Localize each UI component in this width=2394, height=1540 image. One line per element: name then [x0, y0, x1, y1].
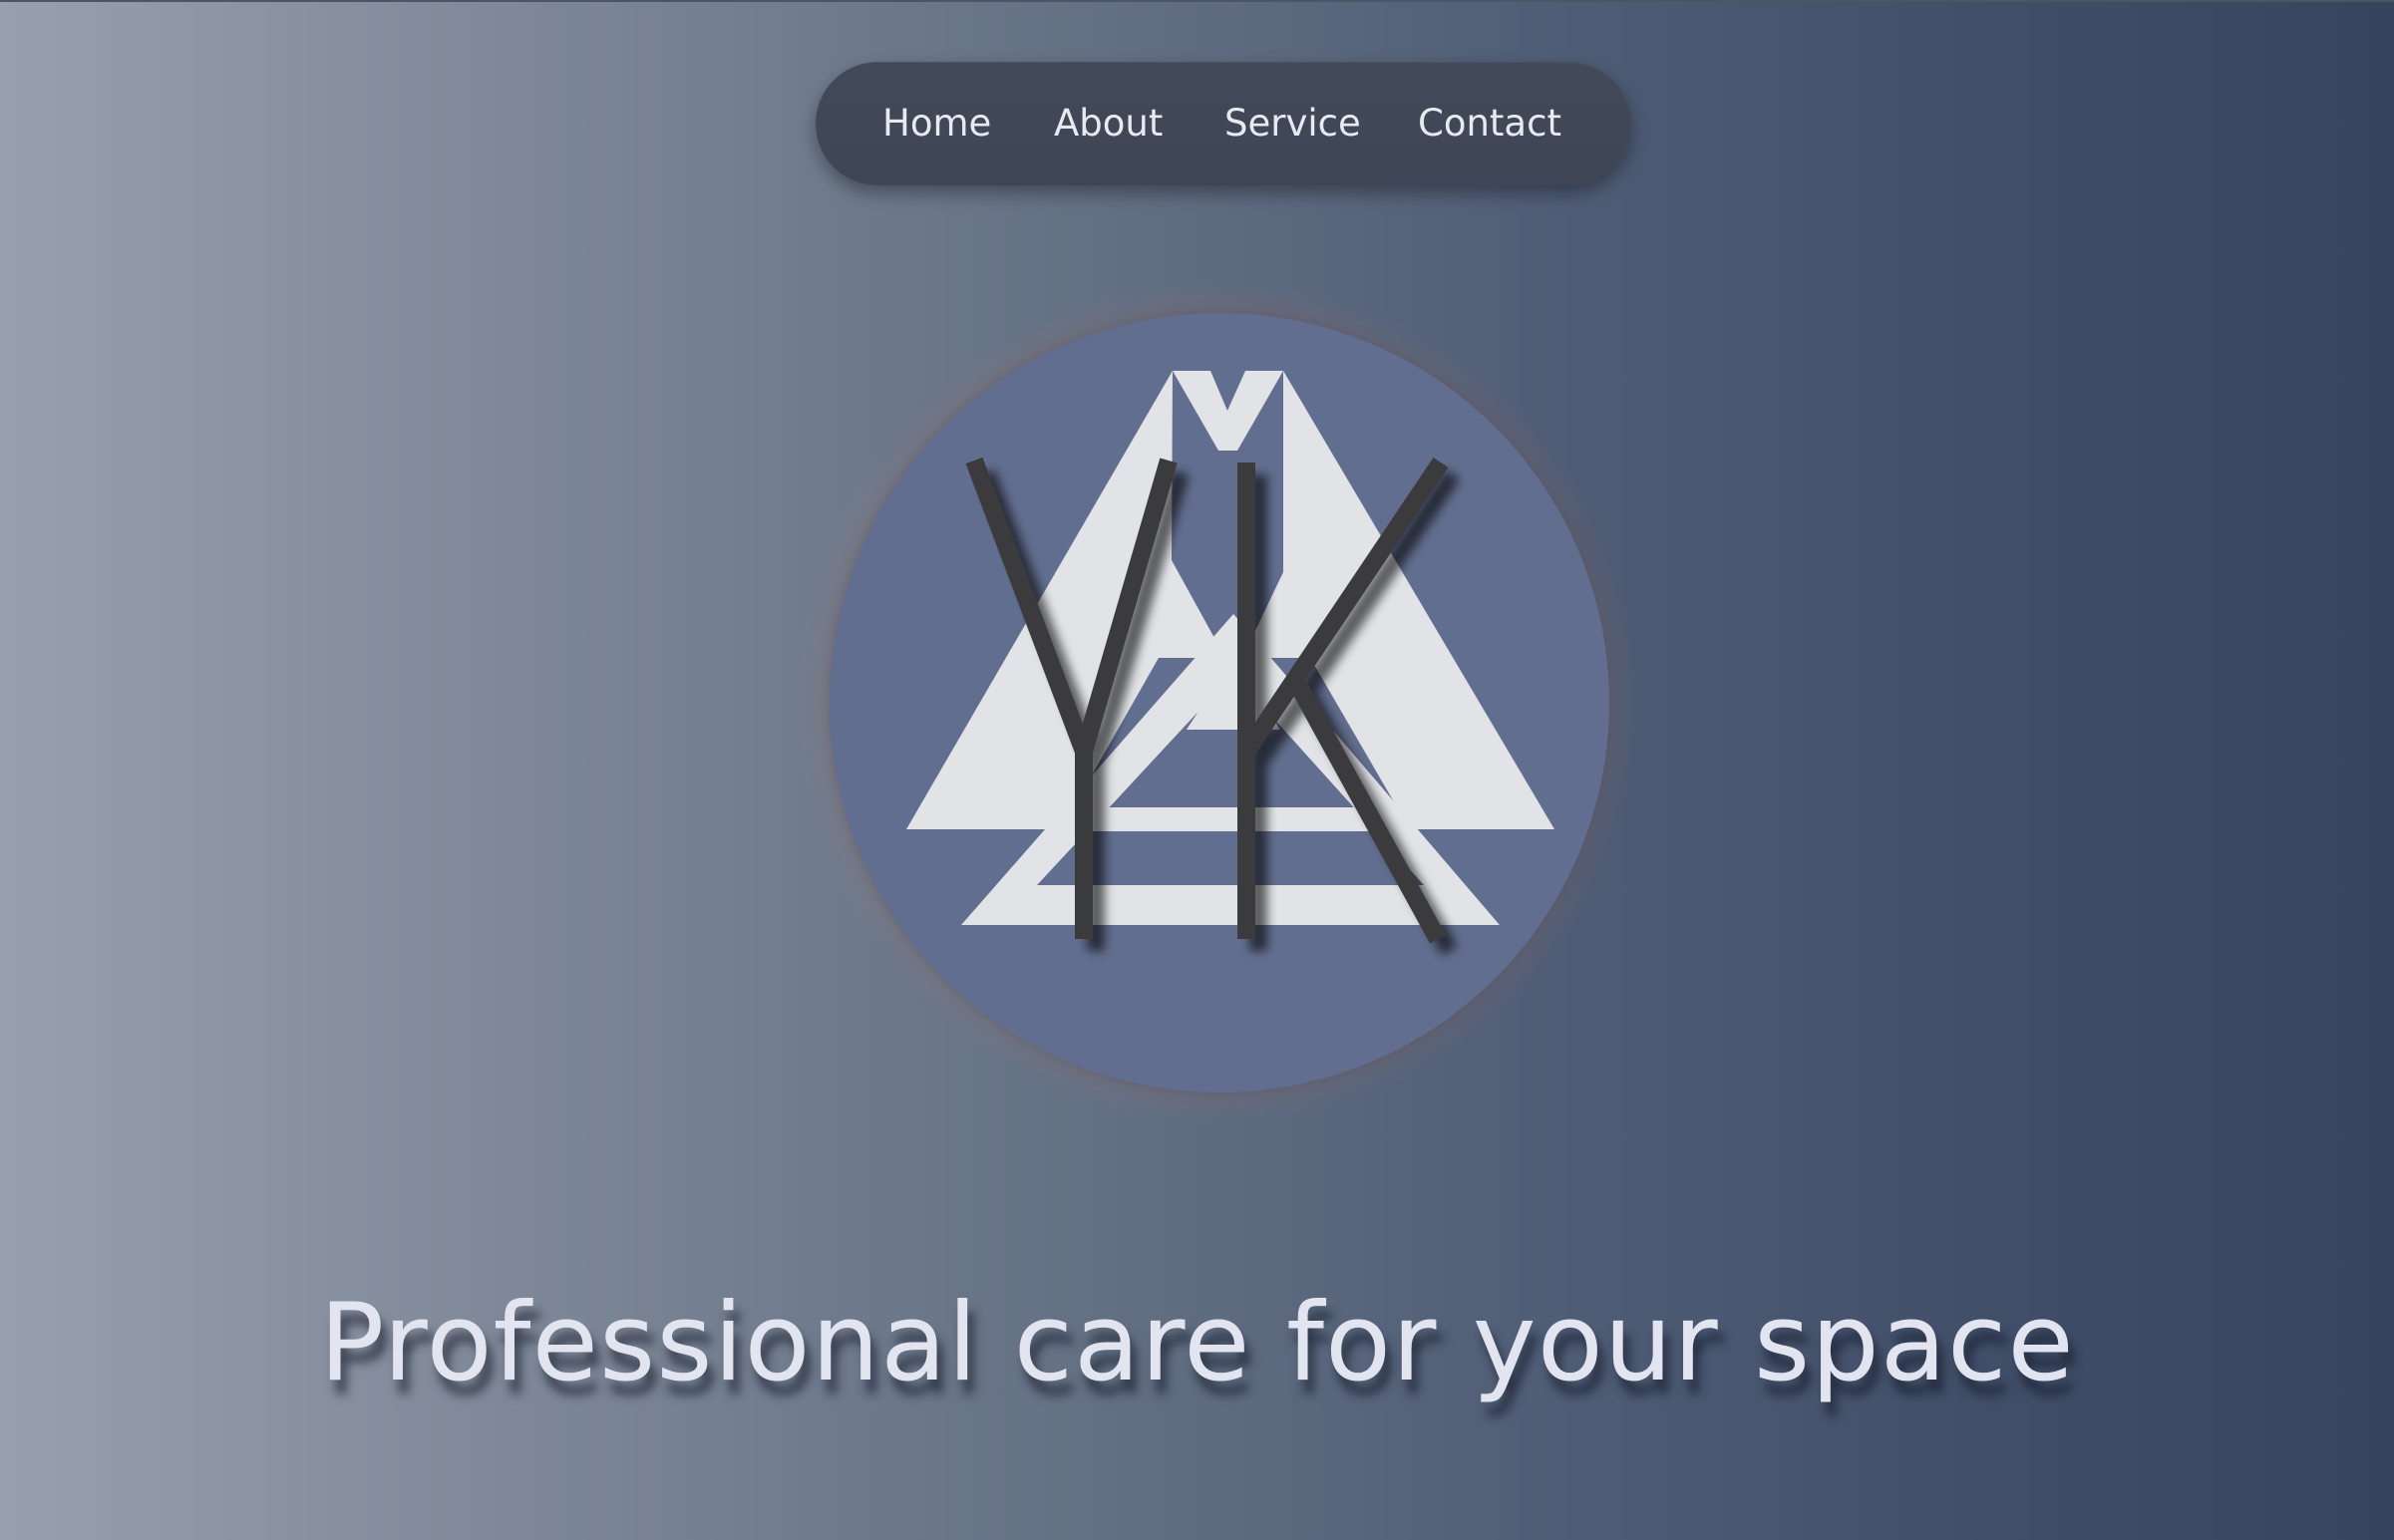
main-nav: Home About Service Contact [816, 62, 1631, 185]
nav-about-link[interactable]: About [1054, 62, 1163, 185]
nav-service-link[interactable]: Service [1224, 62, 1361, 185]
nav-contact-link[interactable]: Contact [1418, 62, 1561, 185]
hero-tagline: Professional care for your space [319, 1281, 2075, 1405]
nav-home-link[interactable]: Home [882, 62, 991, 185]
top-border [0, 0, 2394, 2]
logo-icon [906, 371, 1554, 944]
triangle-mark [906, 371, 1554, 925]
